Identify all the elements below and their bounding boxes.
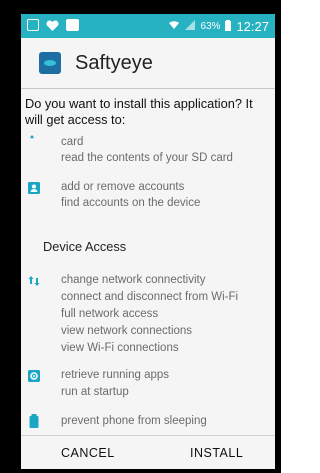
clock: 12:27	[236, 19, 269, 34]
section-title-device-access: Device Access	[43, 239, 127, 254]
notification-icon	[27, 19, 39, 31]
action-bar: CANCEL INSTALL	[21, 435, 275, 469]
permission-item: card	[61, 136, 84, 148]
status-right: 63% 12:27	[168, 19, 269, 34]
signal-icon	[185, 20, 196, 33]
permission-item: read the contents of your SD card	[61, 152, 233, 164]
permission-item: retrieve running apps	[61, 369, 170, 381]
bezel-bottom	[0, 469, 281, 473]
screen: 63% 12:27 Saftyeye Do you want to instal…	[21, 14, 275, 469]
bezel-top	[0, 0, 281, 14]
permission-item: run at startup	[61, 386, 129, 398]
network-arrows-icon	[28, 274, 40, 286]
dot-icon	[28, 132, 40, 144]
account-box-icon	[28, 181, 40, 194]
battery-icon	[28, 414, 40, 428]
install-button[interactable]: INSTALL	[190, 446, 243, 460]
battery-icon	[225, 19, 232, 34]
wifi-icon	[168, 20, 180, 33]
gear-icon	[28, 369, 40, 382]
battery-percent: 63%	[200, 21, 221, 32]
image-icon	[66, 19, 79, 31]
permission-item: change network connectivity	[61, 274, 206, 286]
cancel-button[interactable]: CANCEL	[61, 446, 115, 460]
permission-list[interactable]: card read the contents of your SD card a…	[21, 135, 275, 436]
permission-item: connect and disconnect from Wi-Fi	[61, 291, 239, 303]
permission-item: prevent phone from sleeping	[61, 415, 207, 427]
app-logo-icon	[39, 52, 61, 74]
status-bar: 63% 12:27	[21, 14, 275, 38]
permission-item: add or remove accounts	[61, 181, 185, 193]
phone-frame: 63% 12:27 Saftyeye Do you want to instal…	[0, 0, 281, 473]
permission-item: view network connections	[61, 325, 193, 337]
bezel-left	[0, 0, 21, 473]
heart-icon	[46, 19, 59, 31]
app-name: Saftyeye	[75, 51, 153, 74]
status-left	[27, 19, 79, 31]
app-header: Saftyeye	[21, 38, 275, 88]
bezel-right	[275, 0, 281, 473]
install-question: Do you want to install this application?…	[25, 96, 253, 127]
permission-item: find accounts on the device	[61, 197, 201, 209]
permission-item: full network access	[61, 308, 159, 320]
permission-item: view Wi-Fi connections	[61, 342, 179, 354]
